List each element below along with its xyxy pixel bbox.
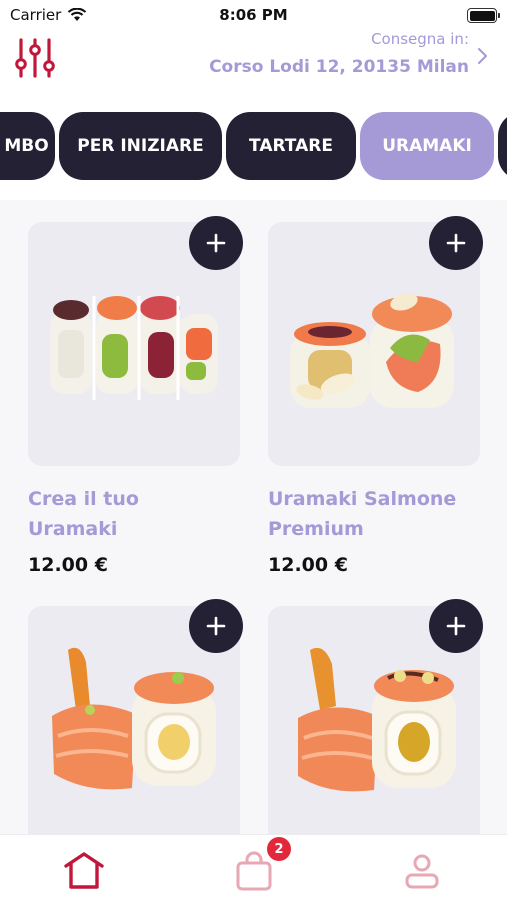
chevron-right-icon[interactable] bbox=[477, 46, 489, 66]
app-header: Consegna in: Corso Lodi 12, 20135 Milan bbox=[0, 30, 507, 105]
plus-icon bbox=[446, 616, 466, 636]
product-name[interactable]: Crea il tuo Uramaki bbox=[28, 484, 240, 544]
add-to-cart-button[interactable] bbox=[189, 599, 243, 653]
category-tabs: MBO PER INIZIARE TARTARE URAMAKI bbox=[0, 112, 507, 180]
add-to-cart-button[interactable] bbox=[429, 216, 483, 270]
tab-label: PER INIZIARE bbox=[77, 136, 204, 156]
tab-combo[interactable]: MBO bbox=[0, 112, 55, 180]
user-icon[interactable] bbox=[400, 849, 444, 893]
cart-count-badge: 2 bbox=[267, 837, 291, 861]
plus-icon bbox=[446, 233, 466, 253]
tab-label: TARTARE bbox=[249, 136, 333, 156]
battery-icon bbox=[467, 8, 500, 23]
plus-icon bbox=[206, 233, 226, 253]
product-grid: Crea il tuo Uramaki 12.00 € Uramaki Salm… bbox=[0, 200, 507, 834]
product-name-line: Uramaki bbox=[28, 518, 118, 540]
delivery-address-selector[interactable]: Consegna in: Corso Lodi 12, 20135 Milan bbox=[209, 30, 469, 77]
tab-tartare[interactable]: TARTARE bbox=[226, 112, 356, 180]
tab-uramaki[interactable]: URAMAKI bbox=[360, 112, 494, 180]
add-to-cart-button[interactable] bbox=[189, 216, 243, 270]
filter-sliders-icon[interactable] bbox=[14, 36, 58, 80]
home-icon[interactable] bbox=[62, 849, 106, 893]
product-name-line: Crea il tuo bbox=[28, 488, 139, 510]
tab-label: URAMAKI bbox=[382, 136, 472, 156]
product-name-line: Uramaki Salmone bbox=[268, 488, 457, 510]
status-bar: Carrier 8:06 PM bbox=[0, 0, 507, 30]
delivery-address[interactable]: Corso Lodi 12, 20135 Milan bbox=[209, 57, 469, 77]
tab-label: MBO bbox=[4, 136, 49, 156]
delivery-label: Consegna in: bbox=[371, 30, 469, 48]
status-time: 8:06 PM bbox=[219, 6, 288, 24]
plus-icon bbox=[206, 616, 226, 636]
tab-next[interactable] bbox=[498, 112, 507, 180]
product-price: 12.00 € bbox=[28, 554, 108, 576]
product-price: 12.00 € bbox=[268, 554, 348, 576]
product-card[interactable]: Crea il tuo Uramaki 12.00 € bbox=[28, 222, 240, 576]
product-name[interactable]: Uramaki Salmone Premium bbox=[268, 484, 480, 544]
product-name-line: Premium bbox=[268, 518, 364, 540]
add-to-cart-button[interactable] bbox=[429, 599, 483, 653]
product-card[interactable]: Uramaki Salmone Premium 12.00 € bbox=[268, 222, 480, 576]
bottom-tab-bar bbox=[0, 834, 507, 900]
tab-per-iniziare[interactable]: PER INIZIARE bbox=[59, 112, 222, 180]
